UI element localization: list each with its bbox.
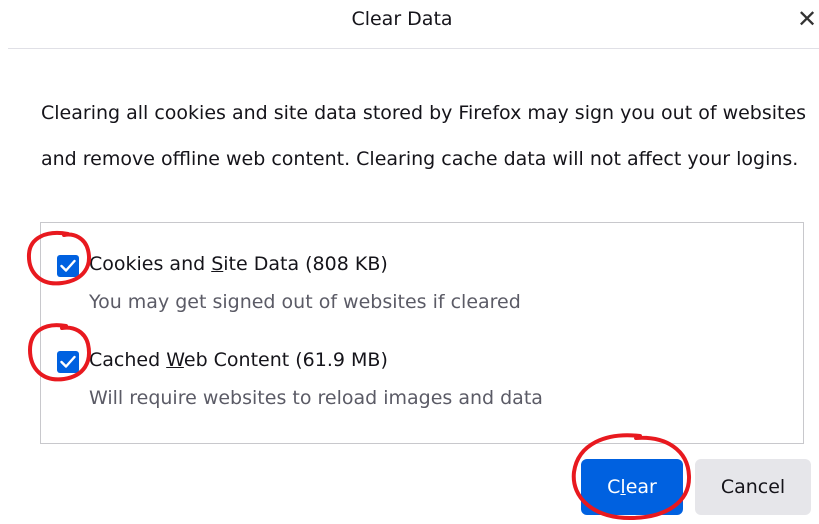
cookies-checkbox[interactable] — [57, 255, 79, 277]
clear-button[interactable]: Clear — [581, 459, 683, 515]
access-key: S — [211, 253, 224, 275]
cancel-button[interactable]: Cancel — [695, 459, 811, 515]
cache-hint: Will require websites to reload images a… — [89, 387, 543, 409]
dialog-header: Clear Data ✕ — [0, 0, 819, 48]
options-panel: Cookies and Site Data (808 KB) You may g… — [40, 222, 804, 444]
dialog-title: Clear Data — [351, 8, 453, 30]
header-divider — [8, 48, 819, 49]
cookies-label[interactable]: Cookies and Site Data (808 KB) — [89, 253, 388, 275]
checkmark-icon — [60, 355, 76, 368]
option-cookies: Cookies and Site Data (808 KB) You may g… — [41, 251, 801, 331]
cache-checkbox[interactable] — [57, 351, 79, 373]
cookies-hint: You may get signed out of websites if cl… — [89, 291, 521, 313]
cache-label[interactable]: Cached Web Content (61.9 MB) — [89, 349, 388, 371]
option-cache: Cached Web Content (61.9 MB) Will requir… — [41, 347, 801, 427]
checkmark-icon — [60, 259, 76, 272]
access-key: W — [166, 349, 184, 371]
close-icon[interactable]: ✕ — [795, 5, 819, 33]
dialog-description: Clearing all cookies and site data store… — [41, 102, 807, 170]
